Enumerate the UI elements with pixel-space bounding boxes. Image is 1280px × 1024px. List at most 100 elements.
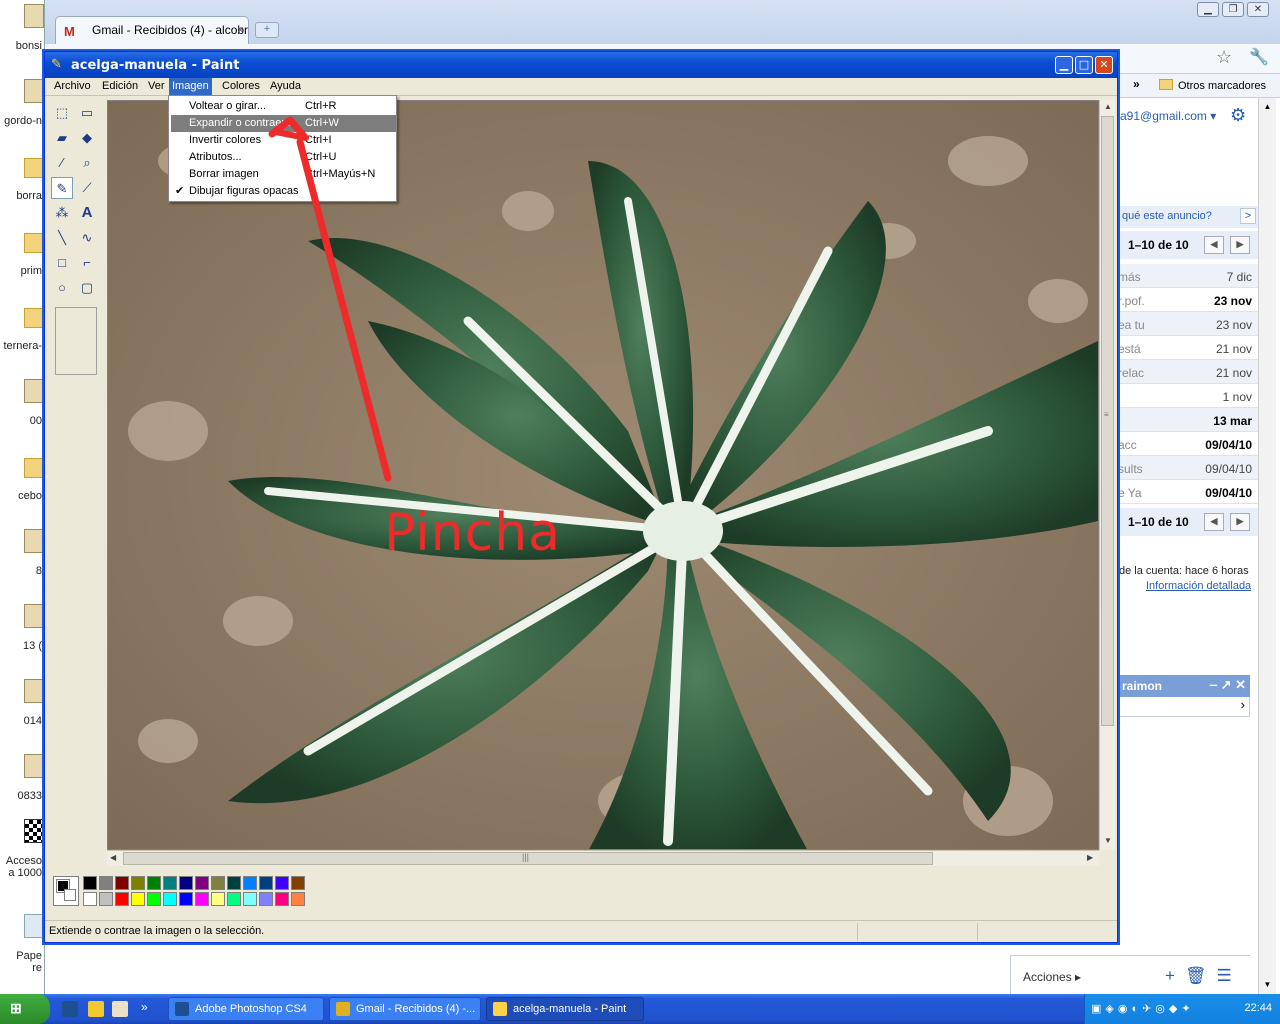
prev-page-button[interactable]: ◀ <box>1204 236 1224 254</box>
rounded-rect-icon[interactable]: ▢ <box>76 277 98 299</box>
scroll-up-arrow[interactable]: ▲ <box>1104 102 1112 111</box>
color-swatch[interactable] <box>115 876 129 890</box>
free-select-icon[interactable]: ⬚ <box>51 102 73 124</box>
desktop-icon[interactable]: 0833 <box>0 754 44 824</box>
color-swatch[interactable] <box>163 892 177 906</box>
background-color[interactable] <box>64 889 76 901</box>
airbrush-icon[interactable]: ⁂ <box>51 202 73 224</box>
chat-header[interactable]: raimon ‒ ↗ ✕ <box>1118 675 1250 697</box>
color-swatch[interactable] <box>259 876 273 890</box>
new-tab-button[interactable]: + <box>255 22 279 38</box>
desktop-icon[interactable]: bonsi <box>0 4 44 74</box>
menu-item[interactable]: Atributos... Ctrl+U <box>171 149 396 166</box>
line-icon[interactable]: ╲ <box>51 227 73 249</box>
paint-titlebar[interactable]: ✎ acelga-manuela - Paint ▁ □ ✕ <box>45 52 1117 78</box>
color-swatch[interactable] <box>115 892 129 906</box>
desktop-icon[interactable]: Acceso a 1000 <box>0 819 44 889</box>
wrench-icon[interactable]: 🔧 <box>1249 47 1269 67</box>
menu-item[interactable]: Borrar imagen Ctrl+Mayús+N <box>171 166 396 183</box>
maximize-button[interactable]: ❐ <box>1222 2 1244 17</box>
other-bookmarks[interactable]: Otros marcadores <box>1159 79 1266 92</box>
color-swatch[interactable] <box>275 892 289 906</box>
color-swatch[interactable] <box>275 876 289 890</box>
canvas-vertical-scrollbar[interactable]: ▲ ≡ ▼ <box>1099 100 1115 850</box>
message-row[interactable]: relac 21 nov <box>1118 360 1258 384</box>
chat-window-icons[interactable]: ‒ ↗ ✕ <box>1210 677 1246 693</box>
ellipse-icon[interactable]: ○ <box>51 277 73 299</box>
desktop-icon[interactable]: ternera- <box>0 304 46 374</box>
message-row[interactable]: 13 mar <box>1118 408 1258 432</box>
message-row[interactable]: ea tu 23 nov <box>1118 312 1258 336</box>
gear-icon[interactable]: ⚙ <box>1230 105 1246 126</box>
desktop-icon[interactable]: prim <box>0 229 46 299</box>
start-button[interactable]: ⊞ <box>0 994 50 1024</box>
scroll-down-arrow[interactable]: ▼ <box>1104 836 1112 845</box>
current-colors[interactable] <box>53 876 79 906</box>
brush-icon[interactable]: ⟋ <box>76 177 98 199</box>
color-swatch[interactable] <box>211 876 225 890</box>
message-row[interactable]: r.pof. 23 nov <box>1118 288 1258 312</box>
message-row[interactable]: está 21 nov <box>1118 336 1258 360</box>
desktop-icon[interactable]: borra <box>0 154 46 224</box>
close-button[interactable]: ✕ <box>1095 56 1113 74</box>
next-page-button[interactable]: ▶ <box>1230 513 1250 531</box>
color-swatch[interactable] <box>195 876 209 890</box>
menu-item[interactable]: Invertir colores Ctrl+I <box>171 132 396 149</box>
close-button[interactable]: ✕ <box>1247 2 1269 17</box>
ad-question-bar[interactable]: qué este anuncio? > <box>1120 206 1258 228</box>
color-swatch[interactable] <box>99 876 113 890</box>
menu-ayuda[interactable]: Ayuda <box>267 80 304 92</box>
bookmarks-chevron[interactable]: » <box>1133 77 1140 91</box>
rect-select-icon[interactable]: ▭ <box>76 102 98 124</box>
tab-close-icon[interactable]: × <box>237 23 244 37</box>
actions-menu[interactable]: Acciones ▸ <box>1023 970 1081 984</box>
message-row[interactable]: sults 09/04/10 <box>1118 456 1258 480</box>
menu-ver[interactable]: Ver <box>145 80 168 92</box>
pencil-icon[interactable]: ✎ <box>51 177 73 199</box>
color-swatch[interactable] <box>179 892 193 906</box>
canvas[interactable] <box>107 100 1099 850</box>
rectangle-icon[interactable]: □ <box>51 252 73 274</box>
minimize-button[interactable]: ▁ <box>1197 2 1219 17</box>
gmail-account-email[interactable]: a91@gmail.com ▾ <box>1120 109 1216 123</box>
desktop-icon[interactable]: 8 <box>0 529 44 599</box>
desktop-icon[interactable]: 00 <box>0 379 44 449</box>
menu-item[interactable]: Expandir o contraer... Ctrl+W <box>171 115 396 132</box>
color-picker-icon[interactable]: ⁄ <box>51 152 73 174</box>
menu-imagen[interactable]: Imagen <box>169 78 212 96</box>
tool-options[interactable] <box>55 307 97 375</box>
canvas-horizontal-scrollbar[interactable]: ◀ ||| ▶ <box>107 850 1099 866</box>
color-swatch[interactable] <box>211 892 225 906</box>
tray-icons[interactable]: ▣◈◉◐✈◎◆✦ <box>1091 1002 1195 1015</box>
desktop-icon[interactable]: cebo <box>0 454 46 524</box>
prev-page-button[interactable]: ◀ <box>1204 513 1224 531</box>
desktop-icon[interactable]: gordo-n <box>0 79 44 149</box>
scroll-down-arrow[interactable]: ▼ <box>1259 976 1276 994</box>
norton-icon[interactable] <box>88 1001 104 1017</box>
photoshop-icon[interactable] <box>62 1001 78 1017</box>
maximize-button[interactable]: □ <box>1075 56 1093 74</box>
color-swatch[interactable] <box>163 876 177 890</box>
desktop-icon[interactable]: 014 <box>0 679 44 749</box>
color-swatch[interactable] <box>131 892 145 906</box>
menu-edicion[interactable]: Edición <box>99 80 141 92</box>
color-swatch[interactable] <box>243 892 257 906</box>
magnifier-icon[interactable]: ⌕ <box>76 152 98 174</box>
color-swatch[interactable] <box>99 892 113 906</box>
message-row[interactable]: más 7 dic <box>1118 264 1258 288</box>
bookmark-star-icon[interactable]: ☆ <box>1216 47 1232 68</box>
message-row[interactable]: e Ya 09/04/10 <box>1118 480 1258 504</box>
scroll-left-arrow[interactable]: ◀ <box>110 853 116 862</box>
color-swatch[interactable] <box>227 876 241 890</box>
scroll-right-arrow[interactable]: ▶ <box>1087 853 1093 862</box>
fill-icon[interactable]: ◆ <box>76 127 98 149</box>
vertical-scroll-thumb[interactable] <box>1101 116 1114 726</box>
color-swatch[interactable] <box>147 876 161 890</box>
chat-expand[interactable]: › <box>1118 697 1250 717</box>
desktop-icon[interactable]: 13 ( <box>0 604 44 674</box>
color-swatch[interactable] <box>291 876 305 890</box>
color-swatch[interactable] <box>227 892 241 906</box>
color-swatch[interactable] <box>195 892 209 906</box>
message-row[interactable]: 1 nov <box>1118 384 1258 408</box>
color-swatch[interactable] <box>83 876 97 890</box>
